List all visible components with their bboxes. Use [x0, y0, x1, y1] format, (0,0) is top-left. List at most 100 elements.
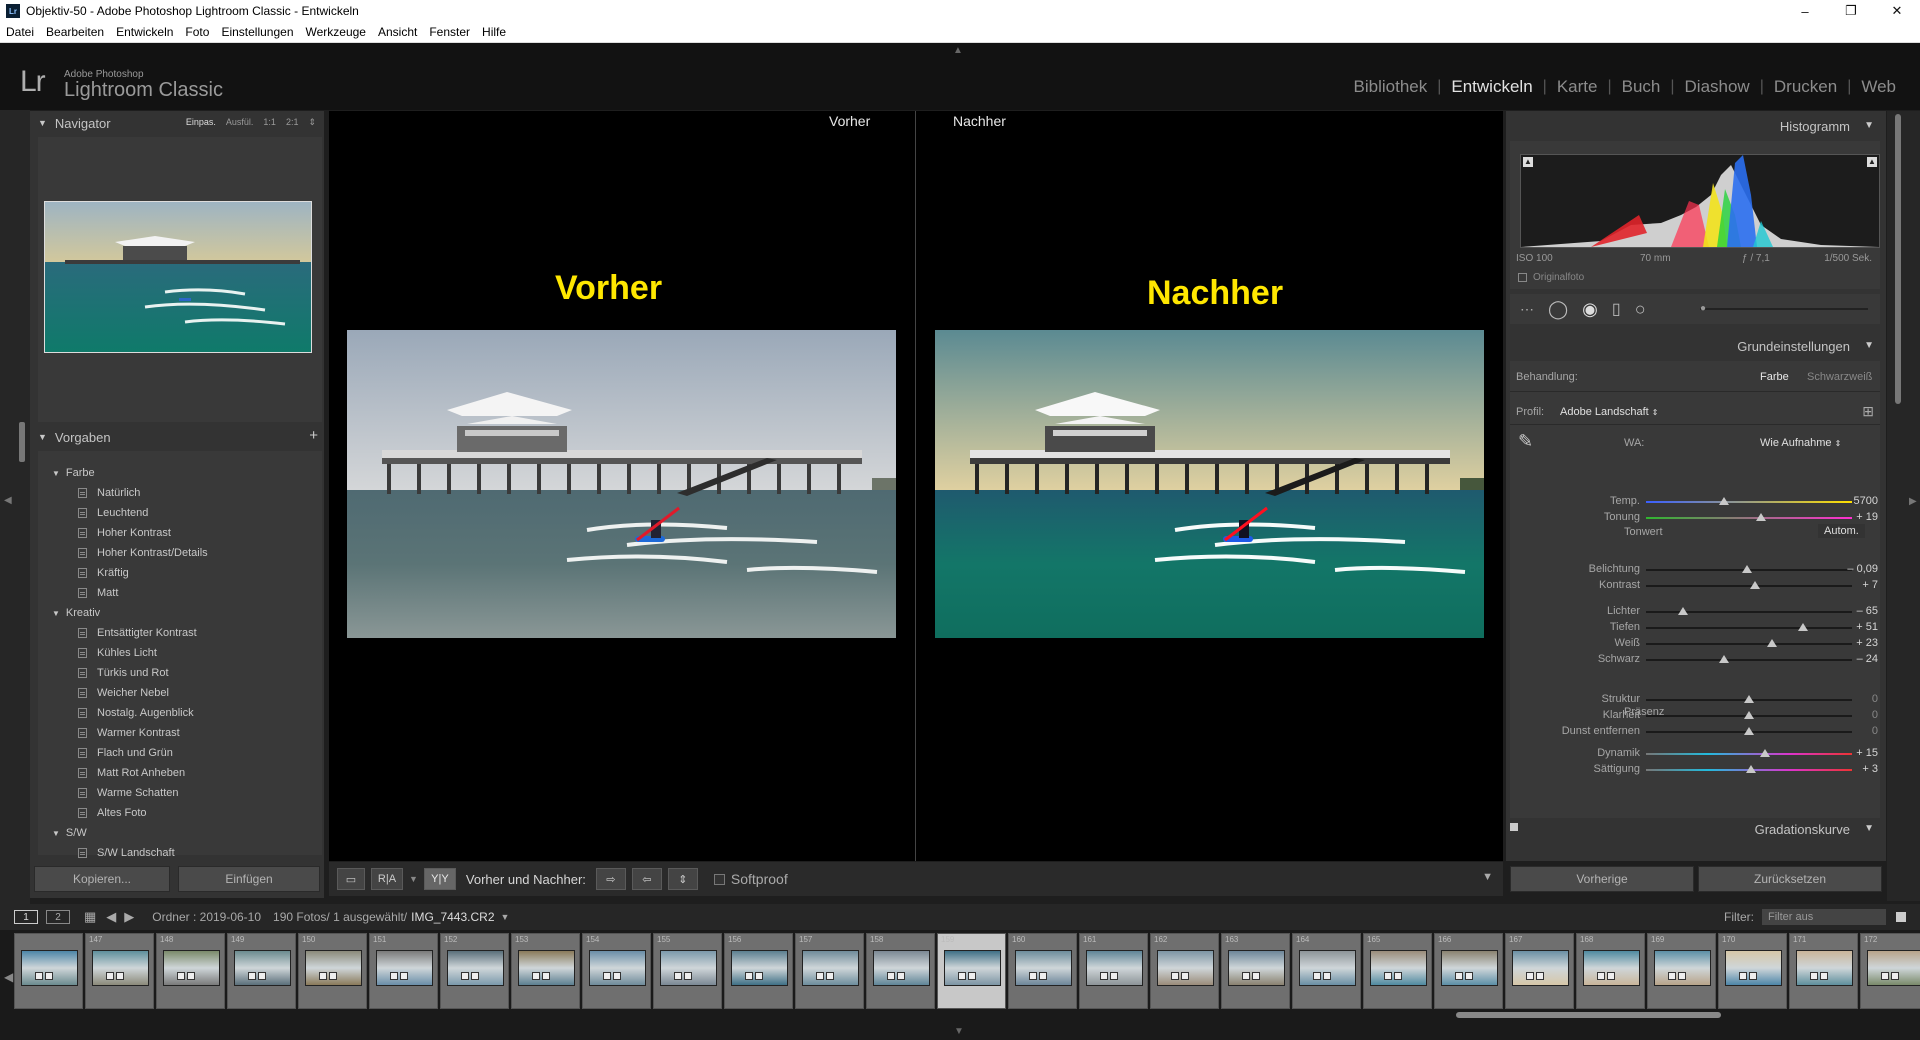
presets-header[interactable]: ▼ Vorgaben +: [30, 425, 324, 449]
menu-werkzeuge[interactable]: Werkzeuge: [300, 25, 372, 39]
preset-item[interactable]: Kräftig: [38, 563, 322, 583]
thumbnail-image[interactable]: [1228, 950, 1285, 986]
thumbnail-image[interactable]: [589, 950, 646, 986]
loupe-view-icon[interactable]: ▭: [337, 868, 365, 890]
thumbnail-image[interactable]: [518, 950, 575, 986]
preset-item[interactable]: Hoher Kontrast/Details: [38, 543, 322, 563]
filter-lock-icon[interactable]: [1896, 912, 1906, 922]
group-expand-icon[interactable]: ▼: [52, 609, 60, 618]
basic-header[interactable]: Grundeinstellungen ▼: [1506, 337, 1886, 357]
slider-temp-[interactable]: Temp. 5700: [1510, 493, 1890, 509]
filmstrip-thumbnail[interactable]: 165: [1363, 933, 1432, 1009]
menu-ansicht[interactable]: Ansicht: [372, 25, 423, 39]
filmstrip-thumbnail[interactable]: 160: [1008, 933, 1077, 1009]
tone-curve-toggle-icon[interactable]: [1510, 823, 1518, 831]
radial-filter-icon[interactable]: ○: [1635, 299, 1646, 320]
preset-item[interactable]: Leuchtend: [38, 503, 322, 523]
thumbnail-image[interactable]: [1867, 950, 1920, 986]
spot-removal-icon[interactable]: ◯: [1548, 299, 1568, 320]
slider-track[interactable]: [1646, 517, 1852, 519]
filmstrip-thumbnail[interactable]: 156: [724, 933, 793, 1009]
auto-tone-button[interactable]: Autom.: [1818, 524, 1865, 538]
filmstrip-thumbnail[interactable]: [14, 933, 83, 1009]
preset-item[interactable]: S/W Landschaft: [38, 843, 322, 863]
right-panel-scrollbar[interactable]: [1895, 114, 1901, 404]
profile-browser-grid-icon[interactable]: ⊞: [1862, 403, 1874, 420]
slider-thumb[interactable]: [1744, 727, 1754, 735]
preset-item[interactable]: Hoher Kontrast: [38, 523, 322, 543]
navigator-preview[interactable]: [38, 137, 322, 422]
thumbnail-image[interactable]: [1583, 950, 1640, 986]
slider-belichtung[interactable]: Belichtung – 0,09: [1510, 561, 1890, 577]
thumbnail-image[interactable]: [1086, 950, 1143, 986]
filmstrip-thumbnail[interactable]: 149: [227, 933, 296, 1009]
collapse-right-arrow-icon[interactable]: ▶: [1909, 496, 1917, 507]
group-expand-icon[interactable]: ▼: [52, 829, 60, 838]
thumbnail-image[interactable]: [376, 950, 433, 986]
highlight-clipping-icon[interactable]: ▲: [1867, 157, 1877, 167]
before-after-lr-icon[interactable]: R|A: [371, 868, 403, 890]
navigator-collapse-icon[interactable]: ▼: [38, 118, 47, 128]
filmstrip-thumbnail[interactable]: 147: [85, 933, 154, 1009]
menu-einstellungen[interactable]: Einstellungen: [215, 25, 299, 39]
view-dropdown-icon[interactable]: ▼: [409, 874, 418, 884]
group-expand-icon[interactable]: ▼: [52, 469, 60, 478]
thumbnail-image[interactable]: [1725, 950, 1782, 986]
thumbnail-image[interactable]: [731, 950, 788, 986]
thumbnail-image[interactable]: [1441, 950, 1498, 986]
before-after-split-icon[interactable]: Y|Y: [423, 868, 456, 890]
monitor-1-button[interactable]: 1: [14, 910, 38, 924]
profile-dropdown[interactable]: Adobe Landschaft ⇕: [1560, 406, 1658, 418]
filmstrip-thumbnail[interactable]: 166: [1434, 933, 1503, 1009]
slider-thumb[interactable]: [1746, 765, 1757, 773]
zoom-spinner-icon[interactable]: ⇕: [308, 117, 316, 128]
module-buch[interactable]: Buch: [1612, 77, 1671, 97]
slider-value[interactable]: + 15: [1838, 747, 1878, 759]
filmstrip-thumbnail[interactable]: 172: [1860, 933, 1920, 1009]
slider-thumb[interactable]: [1750, 581, 1761, 589]
slider-value[interactable]: + 19: [1838, 511, 1878, 523]
filmstrip-left-arrow-icon[interactable]: ◀: [4, 970, 13, 984]
filmstrip-thumbnail[interactable]: 158: [866, 933, 935, 1009]
image-view[interactable]: Vorher Nachher Vorher Nachher: [329, 111, 1503, 861]
graduated-filter-icon[interactable]: ▯: [1612, 299, 1621, 319]
filmstrip-scrollbar[interactable]: [1456, 1012, 1721, 1018]
slider-value[interactable]: – 24: [1838, 653, 1878, 665]
thumbnail-image[interactable]: [447, 950, 504, 986]
red-eye-icon[interactable]: ◉: [1582, 299, 1598, 320]
close-button[interactable]: ✕: [1874, 0, 1920, 22]
slider-value[interactable]: + 7: [1838, 579, 1878, 591]
preset-item[interactable]: Weicher Nebel: [38, 683, 322, 703]
thumbnail-image[interactable]: [1370, 950, 1427, 986]
filmstrip-thumbnail[interactable]: 169: [1647, 933, 1716, 1009]
slider-track[interactable]: [1646, 585, 1852, 587]
menu-bearbeiten[interactable]: Bearbeiten: [40, 25, 110, 39]
module-bibliothek[interactable]: Bibliothek: [1344, 77, 1438, 97]
preset-item[interactable]: Altes Foto: [38, 803, 322, 823]
slider-track[interactable]: [1646, 627, 1852, 629]
grid-view-icon[interactable]: ▦: [84, 909, 96, 925]
treatment-bw-option[interactable]: Schwarzweiß: [1807, 371, 1872, 383]
thumbnail-image[interactable]: [1512, 950, 1569, 986]
slider-tonung[interactable]: Tonung + 19: [1510, 509, 1890, 525]
slider-track[interactable]: [1646, 501, 1852, 503]
thumbnail-image[interactable]: [1015, 950, 1072, 986]
monitor-2-button[interactable]: 2: [46, 910, 70, 924]
toolbar-menu-chevron-icon[interactable]: ▼: [1482, 871, 1493, 883]
histogram-collapse-icon[interactable]: ▼: [1864, 120, 1874, 131]
thumbnail-image[interactable]: [1157, 950, 1214, 986]
crop-tool-icon[interactable]: ⋯: [1520, 301, 1534, 318]
minimize-button[interactable]: –: [1782, 0, 1828, 22]
slider-value[interactable]: 0: [1838, 709, 1878, 721]
slider-thumb[interactable]: [1744, 711, 1754, 719]
menu-hilfe[interactable]: Hilfe: [476, 25, 512, 39]
thumbnail-image[interactable]: [802, 950, 859, 986]
left-scrollbar[interactable]: [19, 422, 25, 462]
filmstrip-thumbnail[interactable]: 170: [1718, 933, 1787, 1009]
slider-thumb[interactable]: [1741, 565, 1752, 573]
filmstrip-thumbnail[interactable]: 148: [156, 933, 225, 1009]
selected-filename[interactable]: IMG_7443.CR2: [411, 910, 494, 924]
shadow-clipping-icon[interactable]: ▲: [1523, 157, 1533, 167]
slider-tiefen[interactable]: Tiefen + 51: [1510, 619, 1890, 635]
preset-group-sw[interactable]: ▼ S/W: [38, 823, 322, 843]
